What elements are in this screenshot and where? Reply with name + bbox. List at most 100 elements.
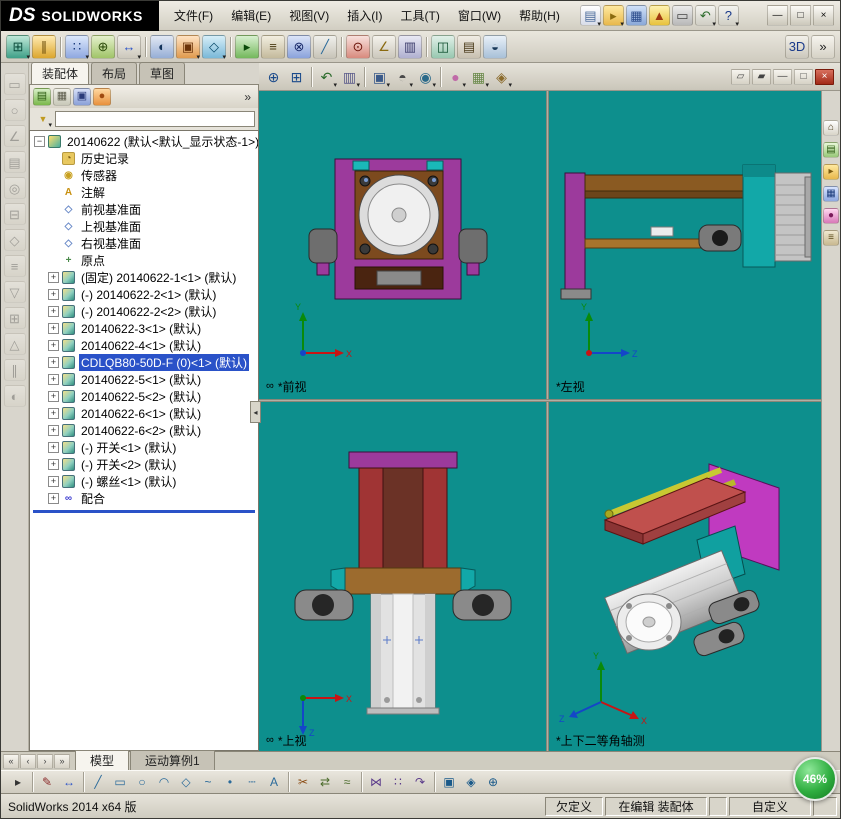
rapid-sketch-button[interactable]: ◈ [461,773,481,792]
panel-collapse-arrow[interactable]: ◂ [250,401,261,423]
view-cube-button[interactable]: 3D [785,35,809,59]
tree-item[interactable]: +20140622-5<1> (默认) [30,371,258,388]
restore-doc-button[interactable]: □ [794,69,813,85]
print-button[interactable]: ▭ [672,5,693,26]
expand-box[interactable]: + [48,272,59,283]
zoom-area-button[interactable]: ⊞ [286,66,307,87]
tab-assembly[interactable]: 装配体 [31,62,89,84]
section-view-button[interactable]: ▥▾ [339,66,360,87]
rollback-bar[interactable] [33,510,255,513]
arc-button[interactable]: ◠ [154,773,174,792]
show-hidden-components-button[interactable]: ◐ [150,35,174,59]
minimize-doc-button[interactable]: — [773,69,792,85]
close-doc-button[interactable]: × [815,69,834,85]
display-settings-button[interactable]: ◒ [483,35,507,59]
displaymanager-tab[interactable]: ● [93,88,111,106]
exploded-view-button[interactable]: ⊗ [287,35,311,59]
measure-button[interactable]: ∠ [372,35,396,59]
tab-motion-study-1[interactable]: 运动算例1 [130,750,215,770]
undo-button[interactable]: ↶▾ [695,5,716,26]
insert-components-button[interactable]: ⊞▾ [6,35,30,59]
tree-item[interactable]: +20140622-6<1> (默认) [30,405,258,422]
spline-button[interactable]: ~ [198,773,218,792]
minimize-window-button[interactable]: — [767,5,788,26]
viewport-horizontal-splitter[interactable] [259,399,821,402]
move-entities-button[interactable]: ↷ [410,773,430,792]
view-left[interactable]: Y Z *左视 [549,91,821,399]
filter-funnel-icon[interactable]: ▼▾ [34,111,52,127]
apply-scene-button[interactable]: ▦▾ [468,66,489,87]
viewport-vertical-splitter[interactable] [546,91,549,751]
text-button[interactable]: A [264,773,284,792]
point-button[interactable]: • [220,773,240,792]
tree-item[interactable]: +20140622-5<2> (默认) [30,388,258,405]
menu-tools[interactable]: 工具(T) [392,2,449,29]
expand-box[interactable]: + [48,391,59,402]
linear-component-pattern-button[interactable]: ∷▾ [65,35,89,59]
expand-box[interactable]: + [48,306,59,317]
menu-view[interactable]: 视图(V) [280,2,338,29]
status-custom-toolbar[interactable]: 自定义 [729,797,811,816]
expand-box[interactable]: + [48,340,59,351]
polygon-button[interactable]: ◇ [176,773,196,792]
rectangle-button[interactable]: ▭ [110,773,130,792]
view-settings-button[interactable]: ◈▾ [491,66,512,87]
appearances-tab[interactable]: ● [823,208,839,224]
explode-line-sketch-button[interactable]: ╱ [313,35,337,59]
tree-item[interactable]: +(固定) 20140622-1<1> (默认) [30,269,258,286]
view-orientation-button[interactable]: ▣▾ [369,66,390,87]
tree-item[interactable]: +(-) 20140622-2<2> (默认) [30,303,258,320]
menu-file[interactable]: 文件(F) [165,2,222,29]
custom-properties-tab[interactable]: ≡ [823,230,839,246]
smart-dimension-button[interactable]: ↔ [59,773,79,792]
tree-item[interactable]: +CDLQB80-50D-F (0)<1> (默认) [30,354,258,371]
expand-box[interactable]: + [48,476,59,487]
tree-item[interactable]: −20140622 (默认<默认_显示状态-1>) [30,133,258,150]
tree-item[interactable]: +20140622-3<1> (默认) [30,320,258,337]
view-top[interactable]: X Z ∞ *上视 [259,402,546,751]
expand-box[interactable]: + [48,374,59,385]
interference-detection-button[interactable]: ⊙ [346,35,370,59]
status-editing-mode[interactable]: 在编辑 装配体 [605,797,707,816]
smart-fasteners-button[interactable]: ⊕ [91,35,115,59]
tab-scroll-prev-button[interactable]: ‹ [20,754,36,769]
tree-item[interactable]: +∞配合 [30,490,258,507]
menu-edit[interactable]: 编辑(E) [222,2,280,29]
tree-item[interactable]: ◔历史记录 [30,150,258,167]
save-document-button[interactable]: ▦ [626,5,647,26]
new-motion-study-button[interactable]: ▸ [235,35,259,59]
expand-box[interactable]: + [48,442,59,453]
tree-item[interactable]: ◇前视基准面 [30,201,258,218]
tree-item[interactable]: +原点 [30,252,258,269]
expand-box[interactable]: + [48,289,59,300]
graphics-viewport[interactable]: Y X ∞ *前视 [259,91,821,751]
tree-item[interactable]: +(-) 20140622-2<1> (默认) [30,286,258,303]
tree-item[interactable]: ◉传感器 [30,167,258,184]
new-document-button[interactable]: ▤▾ [580,5,601,26]
status-constraint-state[interactable]: 欠定义 [545,797,603,816]
maximize-window-button[interactable]: □ [790,5,811,26]
menu-help[interactable]: 帮助(H) [510,2,569,29]
menu-insert[interactable]: 插入(I) [338,2,391,29]
view-palette-tab[interactable]: ▦ [823,186,839,202]
design-library-tab[interactable]: ▤ [823,142,839,158]
tree-item[interactable]: +(-) 螺丝<1> (默认) [30,473,258,490]
assembly-features-button[interactable]: ▣▾ [176,35,200,59]
bill-of-materials-button[interactable]: ≡ [261,35,285,59]
instant3d-button[interactable]: ▣ [439,773,459,792]
close-window-button[interactable]: × [813,5,834,26]
reload-button[interactable]: ⊕ [483,773,503,792]
filter-input[interactable] [55,111,255,127]
propertymanager-tab[interactable]: ▦ [53,88,71,106]
mate-button[interactable]: ∥ [32,35,56,59]
expand-box[interactable]: + [48,459,59,470]
menu-window[interactable]: 窗口(W) [449,2,510,29]
expand-box[interactable]: + [48,425,59,436]
tab-scroll-first-button[interactable]: « [3,754,19,769]
circle-button[interactable]: ○ [132,773,152,792]
expand-box[interactable]: + [48,493,59,504]
tab-sketch[interactable]: 草图 [139,62,185,84]
tree-item[interactable]: +(-) 开关<1> (默认) [30,439,258,456]
cascade-window-button[interactable]: ▰ [752,69,771,85]
hide-show-items-button[interactable]: ◉▾ [415,66,436,87]
